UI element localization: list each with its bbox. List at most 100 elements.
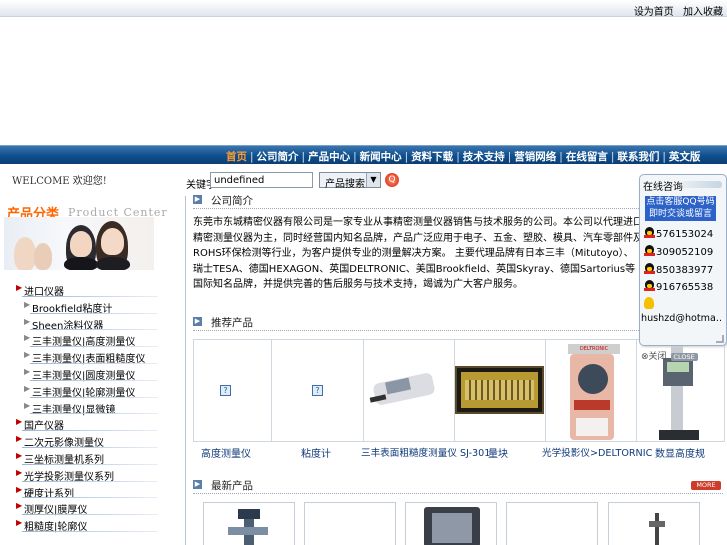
nav-item-5[interactable]: 技术支持 [460, 151, 508, 163]
category-divider [30, 346, 158, 348]
product-name-5[interactable]: 光学投影仪>DELTORNIC [542, 445, 652, 459]
more-button[interactable]: MORE [691, 481, 721, 490]
product-name-1[interactable]: 高度测量仪 [196, 445, 256, 460]
bullet-arrow-icon: ▶ [16, 484, 23, 494]
product-image-1[interactable]: ? [194, 340, 272, 441]
category-divider [30, 379, 158, 381]
bullet-arrow-icon: ▶ [24, 333, 31, 343]
search-go-icon[interactable]: Q [385, 173, 399, 187]
category-item[interactable]: ▶ 三丰测量仪|轮廓测量仪 [0, 382, 186, 399]
nav-item-9[interactable]: 英文版 [666, 151, 704, 163]
arrow-right-icon: ▶ [193, 195, 202, 204]
nav-item-8[interactable]: 联系我们 [614, 151, 662, 163]
category-item[interactable]: ▶ 三坐标测量机系列 [0, 449, 186, 466]
qq-contact-4[interactable]: 916765538 [644, 280, 713, 293]
category-divider [22, 463, 158, 465]
new-product-image[interactable] [304, 502, 396, 545]
category-item[interactable]: ▶ 粗糙度|轮廓仪 [0, 516, 186, 533]
category-item[interactable]: ▶ 三丰测量仪|高度测量仪 [0, 331, 186, 348]
category-divider [22, 497, 158, 499]
products-section-title: 推荐产品 [211, 317, 253, 329]
category-item[interactable]: ▶ Brookfield粘度计 [0, 298, 186, 315]
consult-title: 在线咨询 [643, 182, 683, 193]
consult-close[interactable]: ⊗关闭 CLOSE [641, 349, 698, 362]
search-input[interactable] [210, 172, 313, 188]
new-products-section-title: 最新产品 [211, 480, 253, 492]
qq-contact-3[interactable]: 850383977 [644, 263, 713, 276]
main-nav: 首页 | 公司简介 | 产品中心 | 新闻中心 | 资料下载 | 技术支持 | 营销网络 | 在线留言 | 联系… [223, 149, 703, 164]
msn-icon-row [644, 297, 655, 310]
category-divider [30, 329, 158, 331]
nav-item-1[interactable]: 公司简介 [254, 151, 302, 163]
category-item[interactable]: ▶ 硬度计系列 [0, 483, 186, 500]
msn-icon [644, 297, 654, 309]
category-divider [30, 312, 158, 314]
consult-email[interactable]: hushzd@hotma.. [641, 313, 722, 324]
new-products-section-header: ▶ 最新产品 MORE [193, 478, 723, 494]
resize-grip-icon[interactable] [716, 335, 724, 343]
add-favorite-link[interactable]: 加入收藏 [683, 7, 723, 18]
qq-contact-1[interactable]: 576153024 [644, 227, 713, 240]
qq-penguin-icon [644, 245, 655, 257]
bullet-arrow-icon: ▶ [24, 366, 31, 376]
product-image-4[interactable] [455, 340, 546, 441]
nav-item-0[interactable]: 首页 [223, 151, 250, 163]
category-divider [22, 530, 158, 532]
chevron-down-icon[interactable]: ▼ [366, 173, 380, 187]
product-image-2[interactable]: ? [272, 340, 364, 441]
close-icon: ⊗ [641, 352, 649, 362]
welcome-text: WELCOME 欢迎您! [12, 176, 107, 187]
top-bar: 设为首页 加入收藏 [0, 0, 727, 18]
category-item[interactable]: ▶ Sheen涂料仪器 [0, 315, 186, 332]
nav-item-3[interactable]: 新闻中心 [357, 151, 405, 163]
main-nav-bar: 首页 | 公司简介 | 产品中心 | 新闻中心 | 资料下载 | 技术支持 | 营销网络 | 在线留言 | 联系… [0, 145, 727, 164]
consult-banner[interactable]: 点击客服QQ号码即时交谈或留言 [645, 196, 716, 221]
product-name-6[interactable]: 数显高度规 [650, 445, 710, 460]
bullet-arrow-icon: ▶ [24, 383, 31, 393]
category-item[interactable]: ▶ 进口仪器 [0, 281, 186, 298]
new-product-image[interactable] [405, 502, 497, 545]
category-divider [22, 446, 158, 448]
set-homepage-link[interactable]: 设为首页 [634, 7, 674, 18]
bullet-arrow-icon: ▶ [24, 400, 31, 410]
category-item[interactable]: ▶ 国产仪器 [0, 415, 186, 432]
new-product-image[interactable] [608, 502, 700, 545]
bullet-arrow-icon: ▶ [24, 350, 31, 360]
nav-item-2[interactable]: 产品中心 [305, 151, 353, 163]
product-image-3[interactable] [364, 340, 455, 441]
category-item[interactable]: ▶ 三丰测量仪|圆度测量仪 [0, 365, 186, 382]
qq-penguin-icon [644, 227, 655, 239]
category-divider [22, 430, 158, 432]
category-item[interactable]: ▶ 光学投影测量仪系列 [0, 466, 186, 483]
category-divider [22, 295, 158, 297]
product-name-4[interactable]: 量块 [470, 445, 526, 460]
product-image-5[interactable]: DELTRONIC [546, 340, 637, 441]
nav-separator: | [250, 151, 254, 163]
bullet-arrow-icon: ▶ [16, 518, 23, 528]
category-item[interactable]: ▶ 三丰测量仪|显微镜 [0, 399, 186, 416]
close-button[interactable]: CLOSE [670, 353, 698, 361]
product-name-2[interactable]: 粘度计 [286, 445, 346, 460]
customer-service-photo [4, 217, 154, 270]
arrow-right-icon: ▶ [193, 480, 202, 489]
category-item[interactable]: ▶ 测厚仪|膜厚仪 [0, 499, 186, 516]
category-divider [30, 413, 158, 415]
nav-item-6[interactable]: 营销网络 [511, 151, 559, 163]
product-name-3[interactable]: 三丰表面粗糙度测量仪 SJ-301 [361, 445, 490, 459]
qq-contact-2[interactable]: 309052109 [644, 245, 713, 258]
online-consult-widget: 在线咨询 点击客服QQ号码即时交谈或留言 576153024 309052109… [639, 174, 727, 346]
new-product-image[interactable] [203, 502, 295, 545]
bullet-arrow-icon: ▶ [16, 434, 23, 444]
nav-item-4[interactable]: 资料下载 [408, 151, 456, 163]
product-category-list: ▶ 进口仪器 ▶ Brookfield粘度计 ▶ Sheen涂料仪器 ▶ 三丰测量仪|高度测量… [0, 281, 186, 533]
category-item[interactable]: ▶ 二次元影像测量仪 [0, 432, 186, 449]
category-divider [22, 480, 158, 482]
new-product-image[interactable] [506, 502, 598, 545]
category-item[interactable]: ▶ 三丰测量仪|表面粗糙度仪 [0, 348, 186, 365]
search-type-select[interactable]: 产品搜索 ▼ [319, 172, 381, 190]
consult-close-label: 关闭 [648, 352, 667, 362]
category-divider [22, 514, 158, 516]
nav-item-7[interactable]: 在线留言 [563, 151, 611, 163]
category-divider [30, 362, 158, 364]
bullet-arrow-icon: ▶ [16, 450, 23, 460]
